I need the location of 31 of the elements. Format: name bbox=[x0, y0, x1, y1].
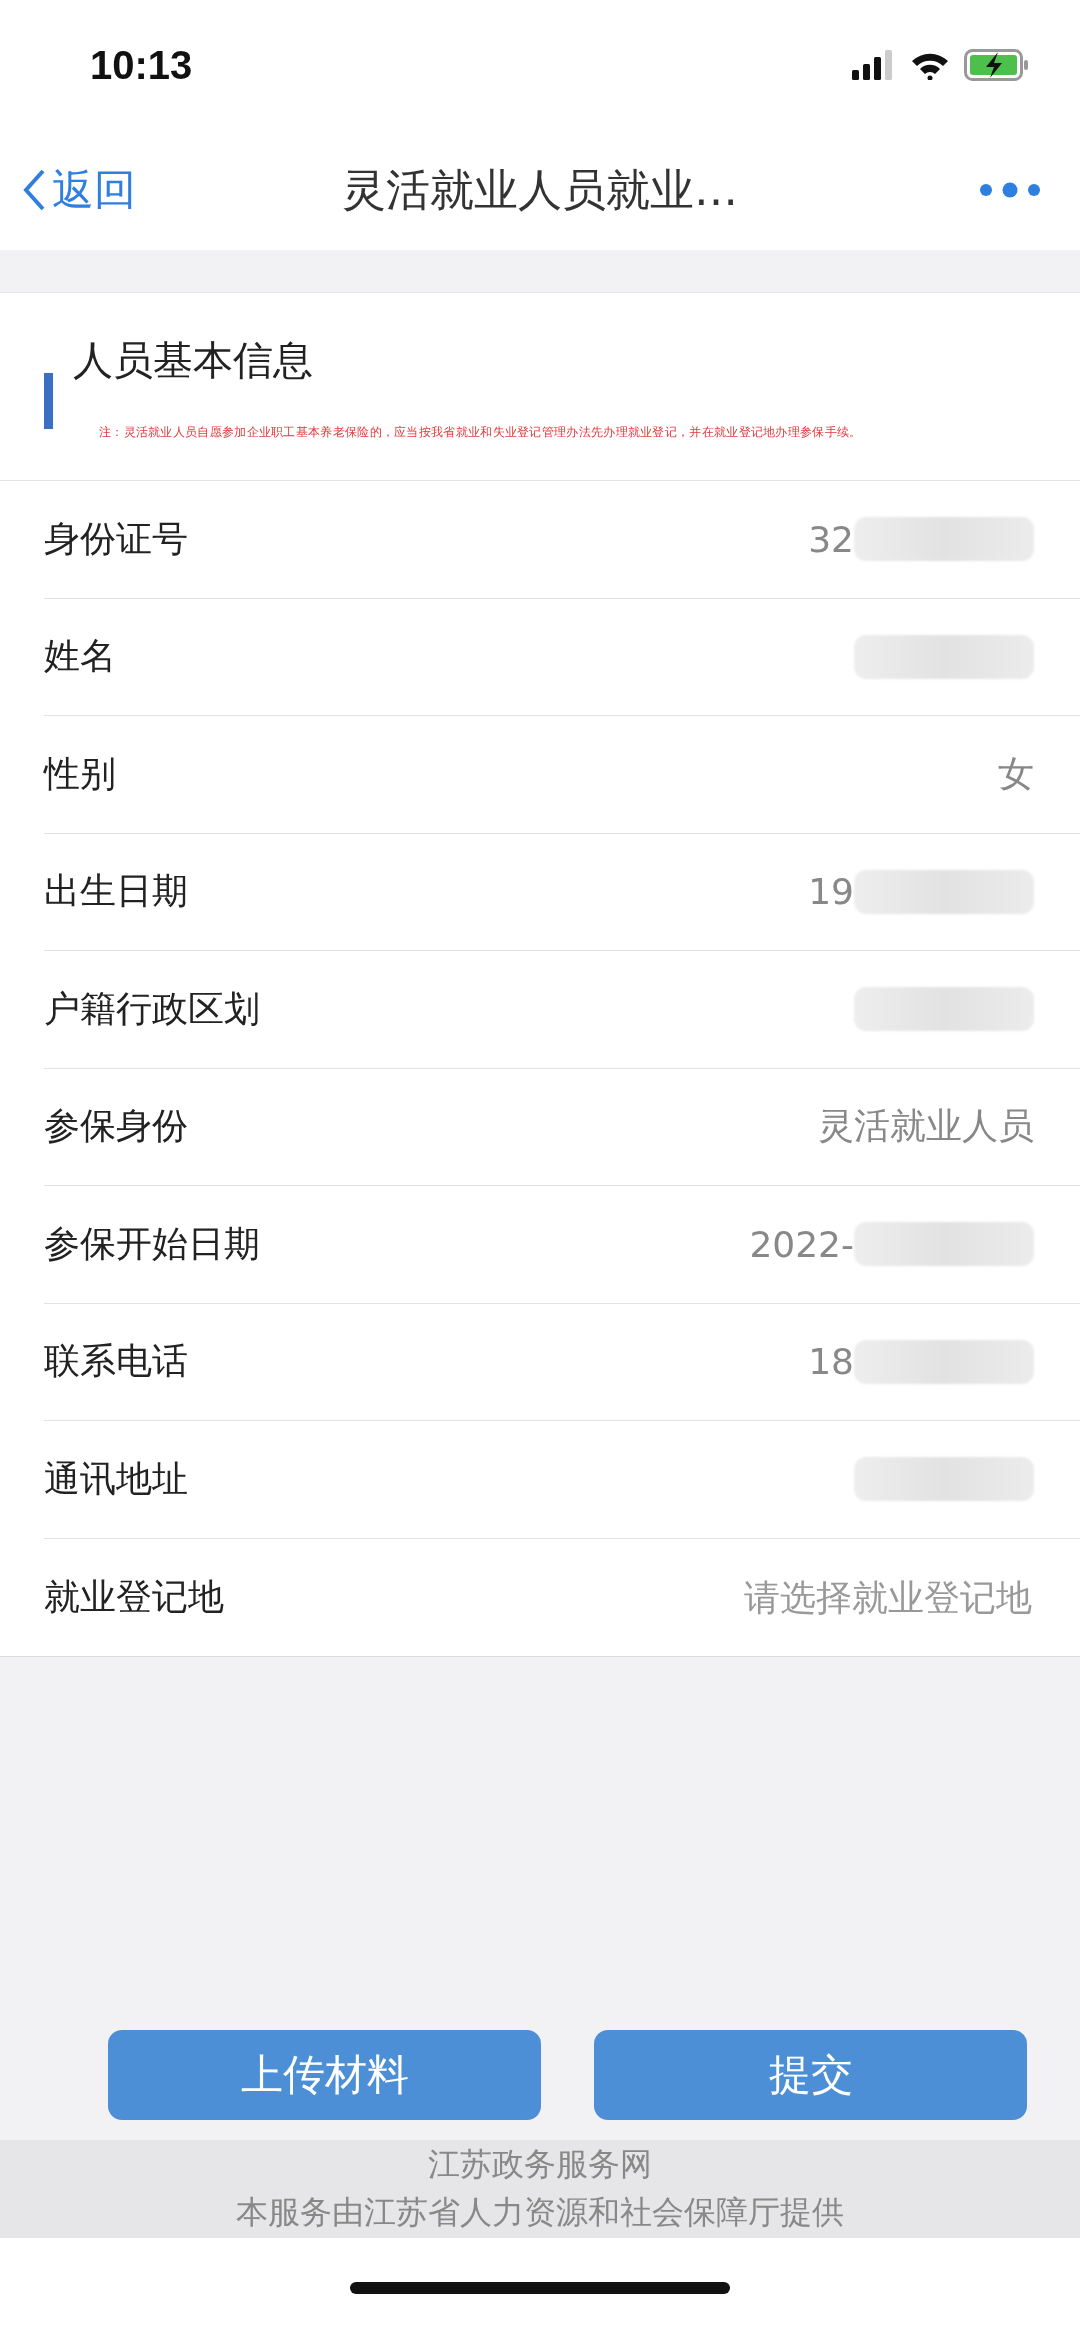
field-label: 参保身份 bbox=[44, 1104, 188, 1149]
field-label: 户籍行政区划 bbox=[44, 986, 260, 1031]
action-button[interactable]: 提交 bbox=[594, 2030, 1027, 2120]
field-label: 就业登记地 bbox=[44, 1574, 224, 1619]
field-value: 18 bbox=[808, 1341, 854, 1383]
field-value: 19 bbox=[808, 871, 854, 913]
field-label: 姓名 bbox=[44, 634, 116, 679]
field-label: 参保开始日期 bbox=[44, 1221, 260, 1266]
field-label: 通讯地址 bbox=[44, 1456, 188, 1501]
footer-text: 江苏政务服务网 bbox=[428, 2144, 652, 2185]
field-value: 女 bbox=[998, 751, 1034, 796]
field-label: 性别 bbox=[44, 751, 116, 796]
footer-text: 本服务由江苏省人力资源和社会保障厅提供 bbox=[236, 2192, 844, 2233]
back-label: 返回 bbox=[52, 164, 136, 216]
status-time: 10:13 bbox=[90, 42, 193, 88]
input-field[interactable]: 请选择就业登记地 bbox=[670, 1575, 1034, 1619]
battery-charging-icon bbox=[964, 49, 1030, 81]
field-value: 灵活就业人员 bbox=[818, 1104, 1034, 1149]
field-label: 身份证号 bbox=[44, 516, 188, 561]
back-button[interactable]: 返回 bbox=[22, 162, 136, 218]
field-label: 出生日期 bbox=[44, 869, 188, 914]
field-value: 32 bbox=[808, 518, 854, 560]
action-button[interactable]: 上传材料 bbox=[108, 2030, 541, 2120]
page-title: 灵活就业人员就业… bbox=[342, 162, 738, 217]
section-marker bbox=[44, 373, 53, 429]
field-value: 2022- bbox=[749, 1223, 854, 1265]
more-icon[interactable] bbox=[978, 181, 1042, 199]
field-label: 联系电话 bbox=[44, 1339, 188, 1384]
chevron-left-icon bbox=[22, 168, 46, 212]
notice-text: 注：灵活就业人员自愿参加企业职工基本养老保险的，应当按我省就业和失业登记管理办法先办理就业登记，并在就业登记地办理参保手续。 bbox=[99, 424, 862, 441]
section-title: 人员基本信息 bbox=[73, 336, 314, 385]
